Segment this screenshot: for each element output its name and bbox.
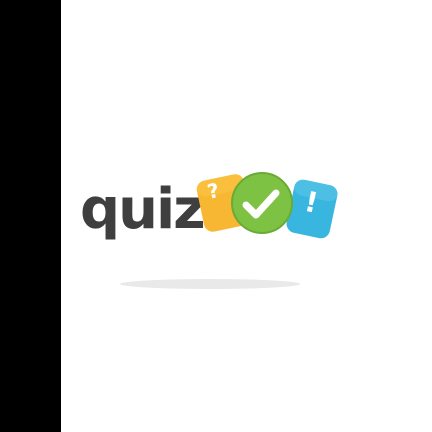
- logo-shadow: [120, 279, 300, 289]
- checkmark-badge: ✓: [231, 172, 293, 234]
- page: quiz ? ! ✓: [0, 0, 432, 432]
- exclamation-badge: !: [286, 179, 338, 239]
- logo-word: quiz: [80, 177, 204, 242]
- quiz-logo: quiz ? ! ✓: [80, 172, 338, 289]
